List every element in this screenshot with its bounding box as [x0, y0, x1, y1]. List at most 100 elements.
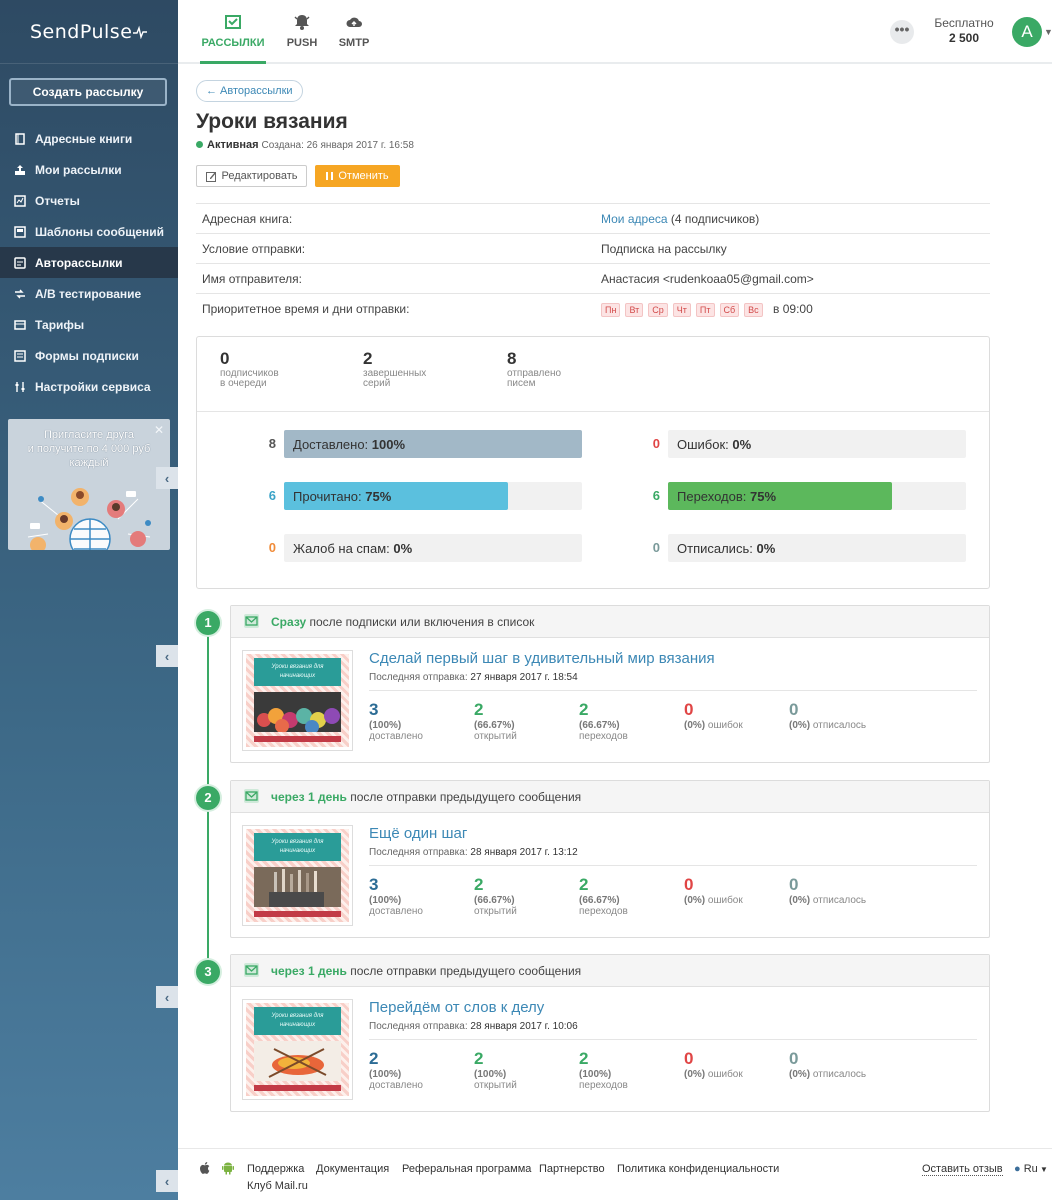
- logo[interactable]: SendPulse: [0, 0, 178, 64]
- book-icon: [14, 132, 26, 145]
- edit-button[interactable]: Редактировать: [196, 165, 307, 187]
- plan-info[interactable]: Бесплатно 2 500: [924, 16, 1004, 46]
- cancel-button[interactable]: Отменить: [315, 165, 400, 187]
- collapse-sidebar-button[interactable]: ‹: [156, 986, 178, 1008]
- info-key: Адресная книга:: [202, 212, 293, 226]
- message-stat-value: 0: [684, 700, 694, 719]
- message-stat: 0 (0%) ошибок: [684, 1049, 784, 1080]
- message-thumbnail[interactable]: Уроки вязания для начинающих: [242, 999, 353, 1100]
- message-stat-pct: (100%): [369, 895, 402, 906]
- sidebar-item-reports[interactable]: Отчеты: [0, 185, 178, 216]
- message-stat-value: 0: [684, 1049, 694, 1068]
- stat-percent: 75%: [750, 489, 777, 504]
- message-stat-label: (0%) ошибок: [684, 895, 784, 906]
- message-stat-value: 2: [474, 875, 484, 894]
- sidebar-item-settings[interactable]: Настройки сервиса: [0, 371, 178, 402]
- tab-label: РАССЫЛКИ: [201, 36, 265, 49]
- footer-link-support[interactable]: Поддержка: [247, 1163, 304, 1175]
- create-campaign-button[interactable]: Создать рассылку: [9, 78, 167, 106]
- message-stat-pct: (0%): [684, 895, 706, 906]
- footer-link-docs[interactable]: Документация: [316, 1163, 389, 1175]
- sidebar-item-pricing[interactable]: Тарифы: [0, 309, 178, 340]
- android-icon[interactable]: [221, 1161, 235, 1175]
- avatar[interactable]: A: [1012, 17, 1042, 47]
- collapse-sidebar-button[interactable]: ‹: [156, 645, 178, 667]
- message-thumbnail[interactable]: Уроки вязания для начинающих: [242, 825, 353, 926]
- send-time: в 09:00: [773, 302, 813, 316]
- thumbnail-image: [254, 1041, 341, 1081]
- bell-icon: [294, 15, 310, 30]
- feedback-link[interactable]: Оставить отзыв: [922, 1163, 1003, 1176]
- sidebar-item-templates[interactable]: Шаблоны сообщений: [0, 216, 178, 247]
- message-title-link[interactable]: Ещё один шаг: [369, 825, 467, 842]
- message-card: через 1 день после отправки предыдущего …: [230, 954, 990, 1112]
- sidebar-item-label: Тарифы: [35, 317, 85, 332]
- stat-label: Доставлено:: [293, 437, 369, 452]
- message-stat: 3 (100%) доставлено: [369, 700, 469, 742]
- sidebar-item-forms[interactable]: Формы подписки: [0, 340, 178, 371]
- footer-link-partnership[interactable]: Партнерство: [539, 1163, 605, 1175]
- back-link[interactable]: ← Авторассылки: [196, 80, 303, 102]
- language-label: Ru: [1023, 1163, 1038, 1175]
- step-number: 2: [196, 786, 220, 810]
- footer-link-referral[interactable]: Реферальная программа: [402, 1163, 531, 1175]
- last-sent-label: Последняя отправка:: [369, 847, 468, 858]
- message-stat-text: открытий: [474, 731, 517, 742]
- tab-smtp[interactable]: SMTP: [336, 0, 372, 62]
- day-badge: Вс: [744, 303, 763, 317]
- language-selector[interactable]: ● Ru ▼: [1014, 1163, 1048, 1175]
- edit-icon: [205, 171, 216, 182]
- chevron-down-icon[interactable]: ▼: [1044, 27, 1052, 37]
- message-condition: через 1 день после отправки предыдущего …: [231, 781, 989, 813]
- stat-count: 6: [652, 488, 660, 503]
- collapse-sidebar-button[interactable]: ‹: [156, 467, 178, 489]
- message-stat: 2 (66.67%) открытий: [474, 875, 574, 917]
- more-options-button[interactable]: •••: [890, 20, 914, 44]
- stat-bar: Жалоб на спам: 0%: [284, 534, 582, 562]
- stat-percent: 0%: [732, 437, 752, 452]
- message-title-link[interactable]: Сделай первый шаг в удивительный мир вяз…: [369, 650, 715, 667]
- apple-icon[interactable]: [198, 1161, 212, 1175]
- message-stat-value: 0: [789, 1049, 799, 1068]
- sidebar-item-ab-testing[interactable]: A/B тестирование: [0, 278, 178, 309]
- message-thumbnail[interactable]: Уроки вязания для начинающих: [242, 650, 353, 751]
- sidebar-item-label: Формы подписки: [35, 348, 139, 363]
- message-stat: 0 (0%) ошибок: [684, 700, 784, 731]
- stat-count: 0: [652, 540, 660, 555]
- tab-push[interactable]: PUSH: [282, 0, 322, 62]
- message-stat-value: 2: [474, 700, 484, 719]
- condition-text: через 1 день после отправки предыдущего …: [271, 964, 581, 978]
- stat-label: Ошибок:: [677, 437, 729, 452]
- message-stat-label: (100%): [474, 1069, 574, 1080]
- pause-icon: [326, 172, 334, 180]
- sidebar-item-autoresponders[interactable]: Авторассылки: [0, 247, 178, 278]
- message-stat-label: (0%) отписалось: [789, 1069, 889, 1080]
- sidebar-item-address-books[interactable]: Адресные книги: [0, 123, 178, 154]
- footer-link-privacy[interactable]: Политика конфиденциальности: [617, 1163, 779, 1175]
- autoresponder-icon: [14, 256, 26, 269]
- message-stat-text: ошибок: [707, 895, 743, 906]
- tab-email-campaigns[interactable]: РАССЫЛКИ: [200, 0, 266, 64]
- sidebar-item-my-campaigns[interactable]: Мои рассылки: [0, 154, 178, 185]
- message-stat-pct: (0%): [684, 720, 706, 731]
- condition-when: через 1 день: [271, 964, 347, 978]
- footer-link-mailru-club[interactable]: Клуб Mail.ru: [247, 1180, 308, 1192]
- thumbnail-divider: [254, 1085, 341, 1091]
- message-stat-pct: (100%): [474, 1069, 507, 1080]
- message-stat-label: (66.67%): [579, 720, 679, 731]
- referral-promo[interactable]: Пригласите друга и получите по 4 000 руб…: [8, 419, 170, 550]
- collapse-sidebar-button[interactable]: ‹: [156, 1170, 178, 1192]
- message-title-link[interactable]: Перейдём от слов к делу: [369, 999, 544, 1016]
- message-stat: 2 (66.67%) открытий: [474, 700, 574, 742]
- envelope-icon: [244, 614, 259, 628]
- pricing-icon: [14, 319, 26, 331]
- message-stat: 0 (0%) ошибок: [684, 875, 784, 906]
- summary-value: 2: [363, 349, 373, 368]
- thumbnail-divider: [254, 736, 341, 742]
- promo-illustration: [27, 488, 151, 550]
- address-book-link[interactable]: Мои адреса: [601, 212, 668, 226]
- stat-count: 0: [268, 540, 276, 555]
- stat-bar-label: Доставлено: 100%: [293, 437, 405, 452]
- message-stat-text: переходов: [579, 1080, 628, 1091]
- message-stat-pct: (100%): [579, 1069, 612, 1080]
